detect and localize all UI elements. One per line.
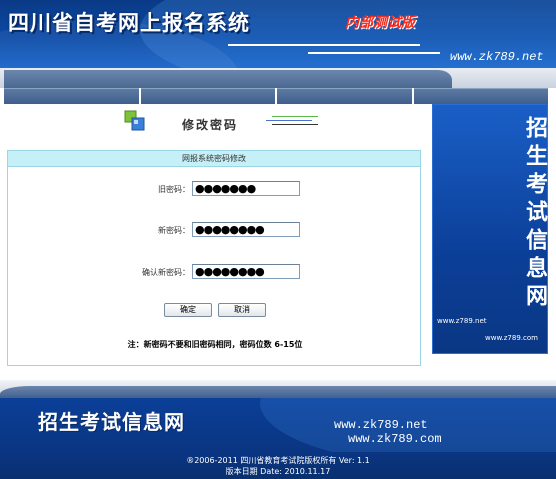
confirm-password-row: 确认新密码： ●●●●●●●● <box>8 264 422 282</box>
page-header: 修改密码 <box>4 104 424 144</box>
nav-top-band <box>0 68 556 88</box>
title-decoration <box>272 116 318 117</box>
side-banner-url: www.z789.net <box>437 317 487 325</box>
header-url: www.zk789.net <box>450 50 544 64</box>
side-banner-url: www.z789.com <box>485 334 538 342</box>
main-content: 修改密码 网报系统密码修改 旧密码： ●●●●●●● 新密码： ●●●●●●●●… <box>4 104 424 380</box>
internal-test-badge: 内部测试版 <box>345 15 415 31</box>
copyright-bar: ®2006-2011 四川省教育考试院版权所有 Ver: 1.1 版本日期 Da… <box>0 452 556 479</box>
footer-separator <box>0 380 556 398</box>
nav-item[interactable] <box>413 88 548 104</box>
system-title: 四川省自考网上报名系统 <box>8 11 250 35</box>
nav-item[interactable] <box>140 88 275 104</box>
footer-site-name: 招生考试信息网 <box>38 410 185 434</box>
form-caption: 网报系统密码修改 <box>8 151 420 167</box>
header-banner: 四川省自考网上报名系统 内部测试版 www.zk789.net <box>0 0 556 68</box>
footer-banner: 招生考试信息网 www.zk789.net www.zk789.com <box>0 398 556 452</box>
password-rule-note: 注：新密码不要和旧密码相同，密码位数 6-15位 <box>127 340 303 349</box>
new-password-label: 新密码： <box>158 226 190 235</box>
footer-url: www.zk789.net <box>334 418 428 432</box>
cancel-button[interactable]: 取消 <box>218 303 266 317</box>
old-password-row: 旧密码： ●●●●●●● <box>8 181 422 199</box>
new-password-field[interactable]: ●●●●●●●● <box>192 222 300 237</box>
new-password-row: 新密码： ●●●●●●●● <box>8 222 422 240</box>
nav-bar <box>4 88 548 104</box>
side-banner-title: 招生考试信息网 <box>522 116 547 312</box>
confirm-button[interactable]: 确定 <box>164 303 212 317</box>
confirm-password-field[interactable]: ●●●●●●●● <box>192 264 300 279</box>
side-banner: 招生考试信息网 www.z789.net www.z789.com <box>432 104 548 354</box>
nav-item[interactable] <box>4 88 139 104</box>
header-divider <box>308 52 440 54</box>
release-date: 版本日期 Date: 2010.11.17 <box>225 467 331 476</box>
title-decoration <box>266 120 312 121</box>
nav-item[interactable] <box>277 88 412 104</box>
page-title: 修改密码 <box>182 118 239 132</box>
footer-separator-shape <box>0 386 556 398</box>
nav-tab-shape <box>4 70 452 88</box>
key-icon <box>124 110 145 131</box>
old-password-field[interactable]: ●●●●●●● <box>192 181 300 196</box>
title-decoration <box>272 124 318 125</box>
password-form: 网报系统密码修改 旧密码： ●●●●●●● 新密码： ●●●●●●●● 确认新密… <box>7 150 421 366</box>
old-password-label: 旧密码： <box>158 185 190 194</box>
footer-url: www.zk789.com <box>348 432 442 446</box>
header-divider <box>228 44 420 46</box>
copyright-text: ®2006-2011 四川省教育考试院版权所有 Ver: 1.1 <box>186 456 370 465</box>
confirm-password-label: 确认新密码： <box>142 268 190 277</box>
